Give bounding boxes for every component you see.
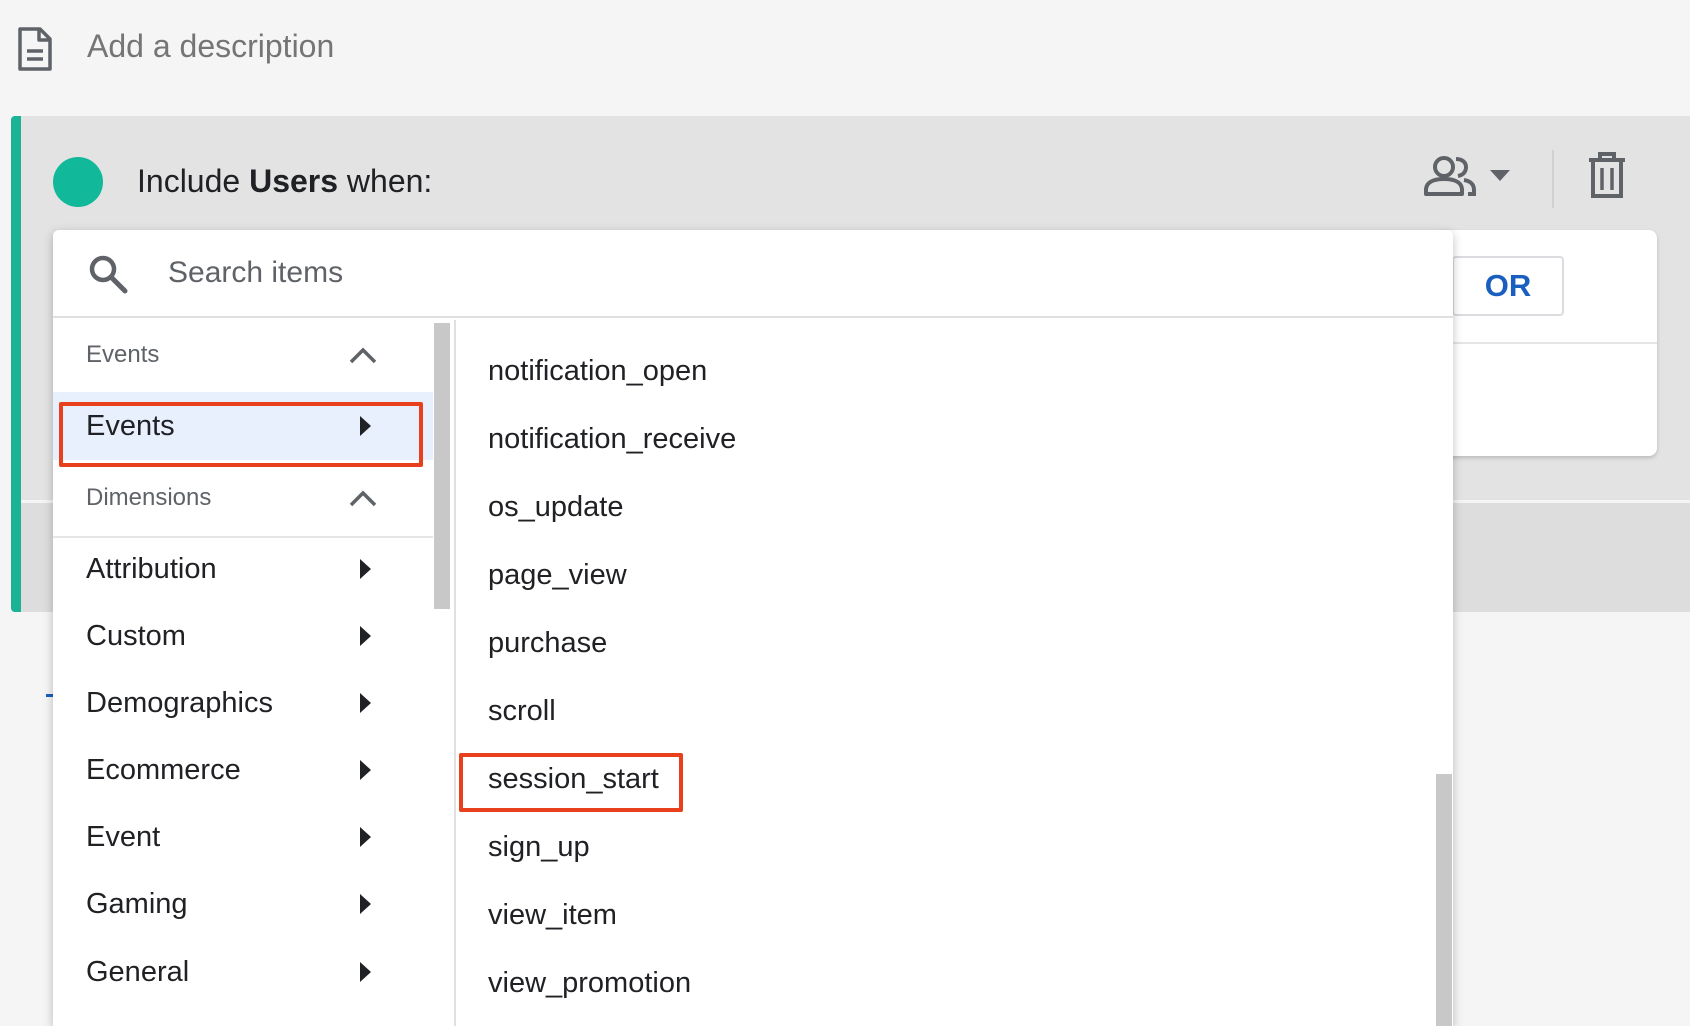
event-label: view_promotion [488,967,692,999]
group-header-dimensions[interactable]: Dimensions [53,463,433,533]
category-scrollbar[interactable] [434,323,450,609]
event-item-purchase[interactable]: purchase [456,609,1436,677]
caret-right-icon [360,416,371,436]
condition-card-divider [1450,342,1657,344]
toolbar-divider [1552,150,1554,208]
caret-right-icon [360,827,371,847]
description-row[interactable]: Add a description [0,0,1690,100]
dropdown-arrow-icon [1490,170,1510,181]
caret-right-icon [360,760,371,780]
event-label: os_update [488,491,624,523]
document-icon [18,27,52,71]
include-entity: Users [249,163,339,199]
event-item-sign-up[interactable]: sign_up [456,813,1436,881]
description-placeholder[interactable]: Add a description [87,26,334,66]
group-label-events: Events [86,341,160,368]
category-label: Event [86,821,161,853]
category-item-events[interactable]: Events [53,392,433,460]
event-label: scroll [488,695,556,727]
event-item-notification-receive[interactable]: notification_receive [456,405,1436,473]
search-icon [89,255,128,294]
caret-right-icon [360,559,371,579]
event-label: sign_up [488,831,590,863]
chevron-up-icon [349,490,377,507]
caret-right-icon [360,693,371,713]
search-bar [53,230,1453,318]
event-label: notification_open [488,355,708,387]
event-label: notification_receive [488,423,737,455]
category-item-attribution[interactable]: Attribution [53,535,433,603]
category-label: Gaming [86,888,188,920]
trash-icon [1589,152,1625,198]
include-label: Include Users when: [137,160,432,202]
category-label-events: Events [86,410,175,442]
chevron-up-icon [349,347,377,364]
people-icon [1424,156,1510,196]
category-label: Demographics [86,687,273,719]
scope-dropdown-button[interactable] [1420,150,1520,206]
event-label: session_start [488,763,659,795]
event-item-notification-open[interactable]: notification_open [456,337,1436,405]
category-label: Custom [86,620,186,652]
event-item-page-view[interactable]: page_view [456,541,1436,609]
group-header-events[interactable]: Events [53,320,433,390]
category-item-event[interactable]: Event [53,803,433,871]
category-label: Attribution [86,553,217,585]
event-label: page_view [488,559,627,591]
event-label: purchase [488,627,608,659]
search-input[interactable] [168,246,868,300]
include-suffix: when: [346,163,433,199]
event-item-view-promotion[interactable]: view_promotion [456,949,1436,1017]
caret-right-icon [360,962,371,982]
event-list: notification_open notification_receive o… [456,320,1453,1026]
category-item-gaming[interactable]: Gaming [53,870,433,938]
caret-right-icon [360,626,371,646]
caret-right-icon [360,894,371,914]
event-item-scroll[interactable]: scroll [456,677,1436,745]
category-label: General [86,956,190,988]
condition-accent-bar [11,116,21,612]
event-item-view-item[interactable]: view_item [456,881,1436,949]
event-item-session-start[interactable]: session_start [456,745,1436,813]
category-label: Ecommerce [86,754,241,786]
group-label-dimensions: Dimensions [86,484,212,511]
or-button[interactable]: OR [1452,256,1564,316]
item-picker-dropdown: Events Events Dimensions Attribution Cus… [53,230,1453,1026]
category-item-general[interactable]: General [53,938,433,1006]
include-prefix: Include [137,163,241,199]
event-label: view_item [488,899,617,931]
category-column: Events Events Dimensions Attribution Cus… [53,320,453,1026]
category-item-demographics[interactable]: Demographics [53,669,433,737]
event-list-scrollbar[interactable] [1436,774,1452,1026]
category-item-ecommerce[interactable]: Ecommerce [53,736,433,804]
delete-condition-button[interactable] [1585,150,1629,202]
event-item-os-update[interactable]: os_update [456,473,1436,541]
condition-status-dot [53,157,103,207]
category-item-custom[interactable]: Custom [53,602,433,670]
